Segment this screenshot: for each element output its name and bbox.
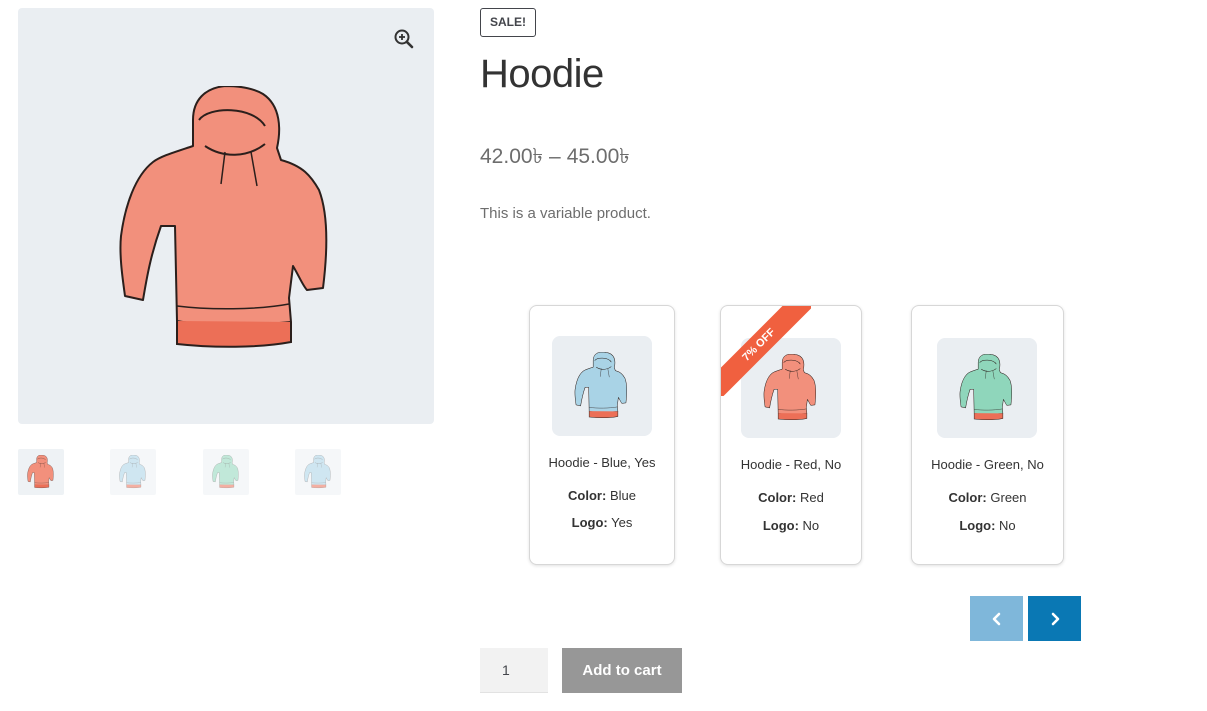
variation-card-red[interactable]: 7% OFF Hoodie - Red, No Color: Red Logo:… — [720, 305, 862, 565]
color-label: Color: — [568, 488, 607, 503]
quantity-input[interactable] — [480, 648, 548, 693]
price-max: 45.00৳ — [566, 145, 630, 168]
product-title: Hoodie — [480, 52, 604, 96]
hoodie-image — [957, 354, 1017, 422]
variation-name: Hoodie - Green, No — [931, 457, 1044, 472]
add-to-cart-button[interactable]: Add to cart — [562, 648, 682, 693]
hoodie-thumbnail-image — [211, 455, 241, 489]
zoom-in-icon[interactable] — [393, 28, 415, 50]
variation-image — [937, 338, 1037, 438]
logo-value: No — [999, 518, 1016, 533]
variation-card-blue[interactable]: Hoodie - Blue, Yes Color: Blue Logo: Yes — [529, 305, 675, 565]
carousel-next-button[interactable] — [1028, 596, 1081, 641]
price-separator: – — [549, 145, 561, 168]
variation-logo: Logo: Yes — [530, 515, 674, 530]
variation-name: Hoodie - Blue, Yes — [548, 455, 656, 470]
product-price-range: 42.00৳ –45.00৳ — [480, 140, 630, 175]
variation-color: Color: Red — [721, 490, 861, 505]
hoodie-image — [572, 352, 632, 420]
discount-ribbon: 7% OFF — [721, 306, 811, 396]
logo-label: Logo: — [959, 518, 996, 533]
thumbnail-red[interactable] — [18, 449, 64, 495]
color-label: Color: — [948, 490, 987, 505]
color-value: Red — [800, 490, 824, 505]
color-label: Color: — [758, 490, 797, 505]
variation-color: Color: Blue — [530, 488, 674, 503]
hoodie-thumbnail-image — [26, 455, 56, 489]
variation-name: Hoodie - Red, No — [740, 457, 842, 472]
logo-label: Logo: — [571, 515, 608, 530]
chevron-left-icon — [992, 612, 1000, 625]
variation-logo: Logo: No — [912, 518, 1063, 533]
chevron-right-icon — [1051, 612, 1059, 625]
variation-image — [552, 336, 652, 436]
product-description: This is a variable product. — [480, 205, 651, 222]
carousel-prev-button[interactable] — [970, 596, 1023, 641]
logo-value: Yes — [611, 515, 633, 530]
sale-badge: SALE! — [480, 8, 536, 37]
color-value: Blue — [609, 488, 636, 503]
variation-color: Color: Green — [912, 490, 1063, 505]
gallery-thumbnails — [18, 449, 348, 497]
thumbnail-blue[interactable] — [110, 449, 156, 495]
variation-card-green[interactable]: Hoodie - Green, No Color: Green Logo: No — [911, 305, 1064, 565]
logo-value: No — [802, 518, 820, 533]
price-min: 42.00৳ — [480, 145, 544, 168]
main-product-image[interactable] — [18, 8, 434, 424]
hoodie-thumbnail-image — [303, 455, 333, 489]
discount-label: 7% OFF — [721, 306, 811, 396]
color-value: Green — [990, 490, 1027, 505]
logo-label: Logo: — [762, 518, 799, 533]
hoodie-thumbnail-image — [118, 455, 148, 489]
variation-logo: Logo: No — [721, 518, 861, 533]
hoodie-image — [113, 86, 343, 356]
thumbnail-green[interactable] — [203, 449, 249, 495]
thumbnail-blue-logo[interactable] — [295, 449, 341, 495]
